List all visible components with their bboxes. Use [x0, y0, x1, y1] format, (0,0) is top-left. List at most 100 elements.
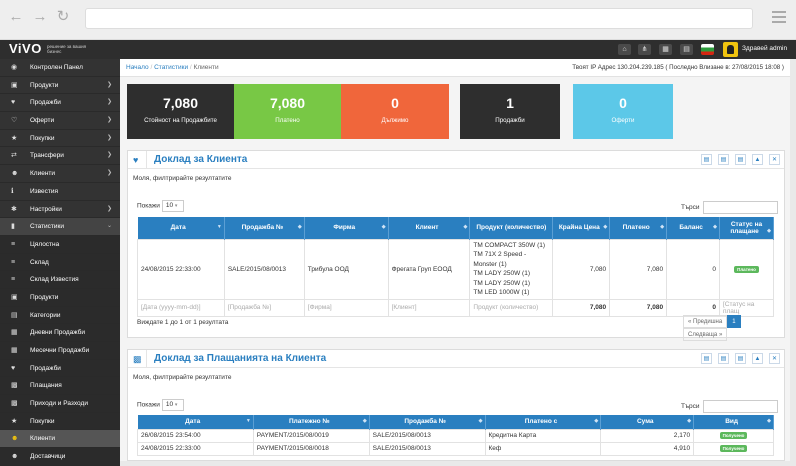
user-greeting[interactable]: Здравей admin	[742, 45, 787, 52]
search-input[interactable]	[702, 201, 778, 214]
browser-menu-icon[interactable]	[772, 11, 786, 26]
sidebar-item[interactable]: ★ Покупки	[0, 412, 120, 431]
info-icon: ℹ	[11, 187, 14, 195]
stat-paid[interactable]: 7,080 Платено	[234, 84, 341, 139]
status-badge: Платено	[734, 265, 759, 273]
col-paid[interactable]: Платено ◆	[609, 217, 668, 239]
col-product[interactable]: Продукт (количество)	[469, 217, 554, 239]
col-status[interactable]: Статус на плащане ◆	[719, 217, 775, 239]
dashboard-icon: ◉	[11, 64, 18, 71]
page-size-select[interactable]: 10 ▾	[161, 200, 184, 212]
sidebar-item[interactable]: ▦ Дневни Продажби	[0, 324, 120, 342]
col-total[interactable]: Крайна Цена ◆	[552, 217, 611, 239]
sidebar-item[interactable]: ▣ Продукти ❯	[0, 77, 120, 95]
filter-date[interactable]: [Дата (yyyy-mm-dd)]	[137, 298, 225, 317]
col-client[interactable]: Клиент ◆	[388, 217, 471, 239]
col-date[interactable]: Дата ▼	[137, 217, 225, 239]
search-input[interactable]	[702, 400, 778, 413]
sidebar-item[interactable]: ▩ Приходи и Разходи	[0, 395, 120, 413]
sidebar-item-label: Категории	[30, 311, 61, 319]
stat-offers[interactable]: 0 Оферти	[573, 84, 673, 139]
breadcrumb-stats[interactable]: Статистики	[154, 64, 188, 71]
col-sale[interactable]: Продажба № ◆	[224, 217, 305, 239]
export-doc-icon[interactable]: ▤	[701, 154, 712, 165]
collapse-icon[interactable]: ▲	[752, 154, 763, 165]
page-size-select[interactable]: 10 ▾	[161, 399, 184, 411]
next-page-button[interactable]: Следваща »	[683, 328, 728, 341]
table-row[interactable]: 24/08/2015 22:33:00 PAYMENT/2015/08/0018…	[137, 441, 774, 456]
export-doc-icon[interactable]: ▤	[701, 353, 712, 364]
avatar[interactable]	[723, 42, 738, 57]
filter-status[interactable]: [Статус на плащ	[718, 298, 775, 317]
sidebar-item[interactable]: ▣ Продукти	[0, 288, 120, 307]
col-company[interactable]: Фирма ◆	[304, 217, 389, 239]
export-excel-icon[interactable]: ▤	[718, 353, 729, 364]
sidebar-item[interactable]: ℹ Известия	[0, 183, 120, 201]
export-pdf-icon[interactable]: ▤	[735, 353, 746, 364]
filter-sale[interactable]: [Продажба №]	[223, 298, 305, 317]
home-icon[interactable]: ⌂	[618, 44, 631, 55]
box-icon: ▣	[11, 81, 18, 89]
export-pdf-icon[interactable]: ▤	[735, 154, 746, 165]
sidebar-item[interactable]: ✱ Настройки ❯	[0, 201, 120, 219]
sidebar-item[interactable]: ▮ Статистики ⌄	[0, 218, 120, 236]
results-info: Виждате 1 до 1 от 1 резултата	[137, 319, 229, 326]
sidebar-item[interactable]: ≡ Склад Известия	[0, 271, 120, 289]
calculator-icon[interactable]: ▦	[659, 44, 672, 55]
col-type[interactable]: Вид ◆	[693, 415, 774, 429]
table-header: Дата ▼ Платежно № ◆ Продажба № ◆ Платено с ◆…	[137, 415, 774, 429]
col-payment[interactable]: Платежно № ◆	[253, 415, 370, 429]
sidebar-item[interactable]: ≡ Цялостна	[0, 235, 120, 254]
sidebar-item-label: Статистики	[30, 223, 65, 231]
flag-icon[interactable]	[701, 44, 714, 55]
sidebar-item[interactable]: ⇄ Трансфери ❯	[0, 147, 120, 166]
collapse-icon[interactable]: ▲	[752, 353, 763, 364]
reload-icon[interactable]: ↻	[55, 8, 71, 26]
heart-outline-icon: ♡	[11, 117, 18, 125]
sidebar-item-label: Месечни Продажби	[30, 347, 90, 354]
sidebar-item[interactable]: ★ Покупки ❯	[0, 130, 120, 148]
sidebar-item[interactable]: ▤ Категории	[0, 306, 120, 325]
address-bar[interactable]	[85, 8, 753, 29]
share-icon[interactable]: ⋔	[638, 44, 651, 55]
sidebar-item[interactable]: ▩ Плащания	[0, 377, 120, 396]
sidebar-item[interactable]: ♡ Оферти ❯	[0, 112, 120, 130]
sidebar-item[interactable]: ☻ Клиенти ❯	[0, 165, 120, 183]
filter-client[interactable]: [Клиент]	[387, 298, 471, 317]
chevron-icon: ❯	[106, 99, 112, 106]
forward-arrow-icon[interactable]: →	[32, 8, 48, 26]
stat-sales-value[interactable]: 7,080 Стойност на Продажбите	[127, 84, 234, 139]
sidebar-item[interactable]: ♥ Продажби	[0, 359, 120, 378]
panel-header: ▩ Доклад за Плащанията на Клиента ▤ ▤ ▤ …	[128, 350, 784, 368]
page-size-control: Покажи 10 ▾	[137, 399, 184, 411]
back-arrow-icon[interactable]: ←	[8, 8, 24, 26]
col-method[interactable]: Платено с ◆	[485, 415, 602, 429]
export-excel-icon[interactable]: ▤	[718, 154, 729, 165]
sidebar-item[interactable]: ◉ Контролен Панел	[0, 59, 120, 77]
sidebar-item[interactable]: ≡ Склад	[0, 253, 120, 272]
close-icon[interactable]: ✕	[769, 353, 780, 364]
app-logo[interactable]: ViVO	[9, 41, 42, 56]
sidebar-item[interactable]: ☻ Клиенти	[0, 430, 120, 449]
sidebar-item-label: Продажби	[30, 364, 61, 372]
close-icon[interactable]: ✕	[769, 154, 780, 165]
breadcrumb-current: Клиенти	[193, 64, 219, 71]
col-amount[interactable]: Сума ◆	[600, 415, 695, 429]
sidebar-item[interactable]: ♥ Продажби ❯	[0, 94, 120, 113]
sidebar-item[interactable]: ▦ Месечни Продажби	[0, 342, 120, 360]
filter-company[interactable]: [Фирма]	[303, 298, 389, 317]
chart-icon: ▮	[11, 223, 15, 231]
table-row[interactable]: 26/08/2015 23:54:00 PAYMENT/2015/08/0019…	[137, 428, 774, 443]
sidebar-item-label: Продажби	[30, 99, 61, 107]
breadcrumb-home[interactable]: Начало	[126, 64, 149, 71]
stat-due[interactable]: 0 Дължимо	[341, 84, 449, 139]
table-row[interactable]: 24/08/2015 22:33:00 SALE/2015/08/0013 Тр…	[137, 238, 775, 300]
col-sale[interactable]: Продажба № ◆	[369, 415, 486, 429]
sidebar-item[interactable]: ☻ Доставчици	[0, 448, 120, 466]
stat-sales-count[interactable]: 1 Продажби	[460, 84, 560, 139]
calendar-icon[interactable]: ▤	[680, 44, 693, 55]
page-1-button[interactable]: 1	[727, 315, 741, 328]
prev-page-button[interactable]: « Предишна	[683, 315, 728, 328]
col-date[interactable]: Дата ▼	[137, 415, 254, 429]
col-balance[interactable]: Баланс ◆	[666, 217, 720, 239]
